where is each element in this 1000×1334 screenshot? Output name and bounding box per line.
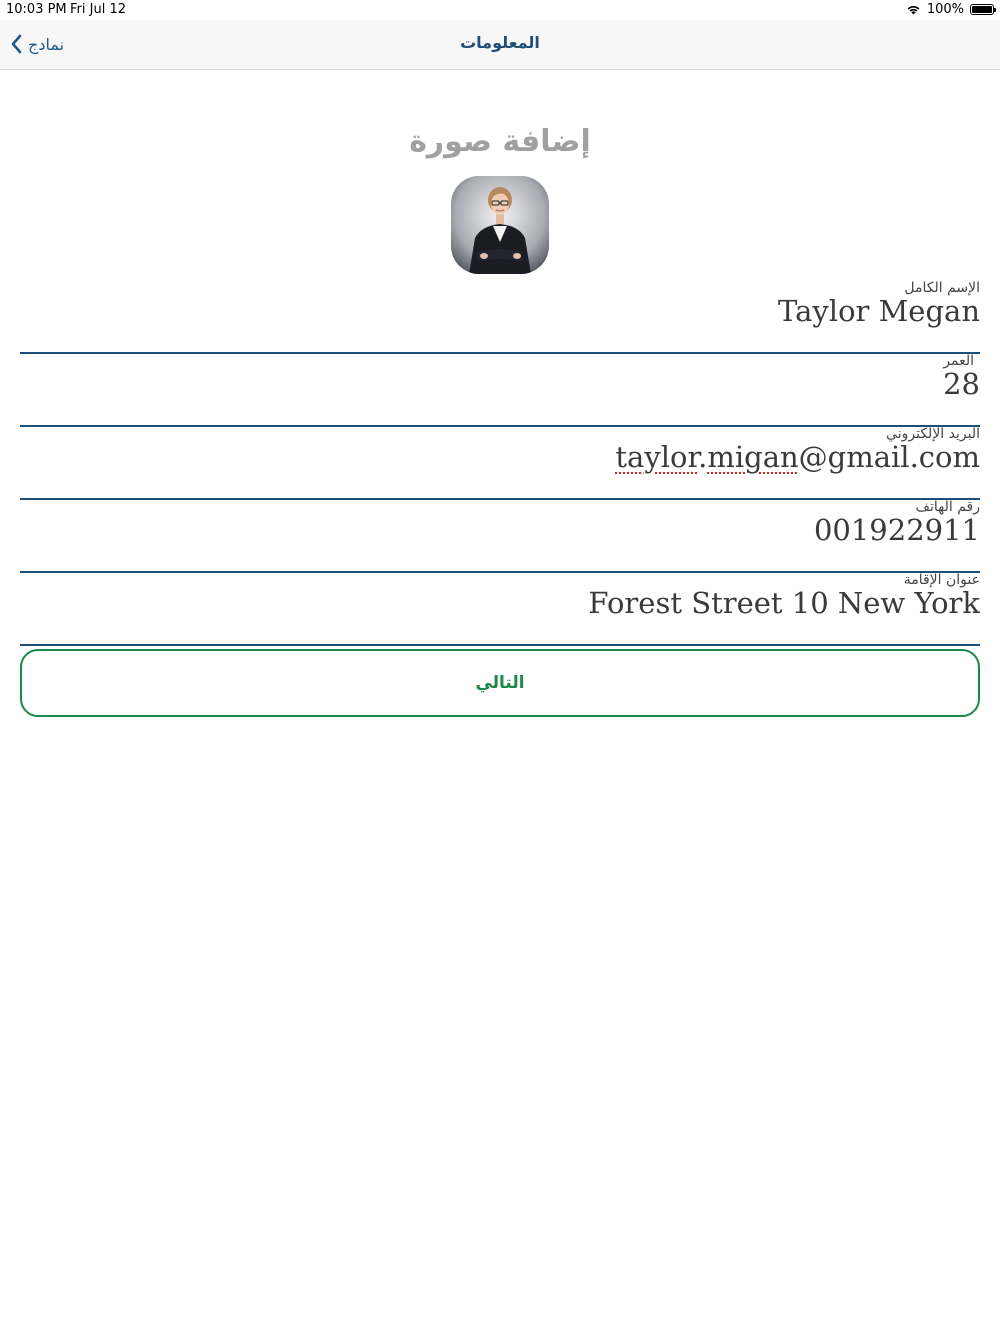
nav-bar: نمادج المعلومات [0, 20, 1000, 70]
avatar[interactable] [451, 176, 549, 274]
address-field[interactable]: عنوان الإقامة Forest Street 10 New York [20, 572, 980, 646]
full-name-value[interactable]: Taylor Megan [778, 294, 980, 328]
status-time: 10:03 PM [6, 2, 67, 17]
next-button[interactable]: التالي [20, 649, 980, 717]
status-date: Fri Jul 12 [70, 2, 126, 17]
email-value-misspelled: migan [707, 440, 799, 474]
phone-field[interactable]: رقم الهاتف 001922911 [20, 499, 980, 573]
age-value[interactable]: 28 [943, 367, 980, 401]
page-title: المعلومات [460, 33, 540, 52]
email-value[interactable]: taylor.migan@gmail.com [615, 440, 980, 474]
email-value-user: taylor [615, 440, 699, 474]
phone-value[interactable]: 001922911 [814, 513, 980, 547]
battery-percent: 100% [926, 2, 964, 17]
add-photo-title: إضافة صورة [409, 124, 591, 159]
battery-icon [970, 4, 996, 15]
email-field[interactable]: البريد الإلكتروني taylor.migan@gmail.com [20, 426, 980, 500]
address-value[interactable]: Forest Street 10 New York [588, 586, 980, 620]
age-field[interactable]: العمر 28 [20, 353, 980, 427]
avatar-image [451, 176, 549, 274]
full-name-field[interactable]: الإسم الكامل Taylor Megan [20, 280, 980, 354]
wifi-icon [907, 5, 920, 15]
email-value-dot: . [698, 440, 708, 474]
status-bar: 10:03 PM Fri Jul 12 100% [0, 0, 1000, 20]
email-value-domain: @gmail.com [798, 440, 980, 474]
status-right: 100% [906, 2, 996, 17]
